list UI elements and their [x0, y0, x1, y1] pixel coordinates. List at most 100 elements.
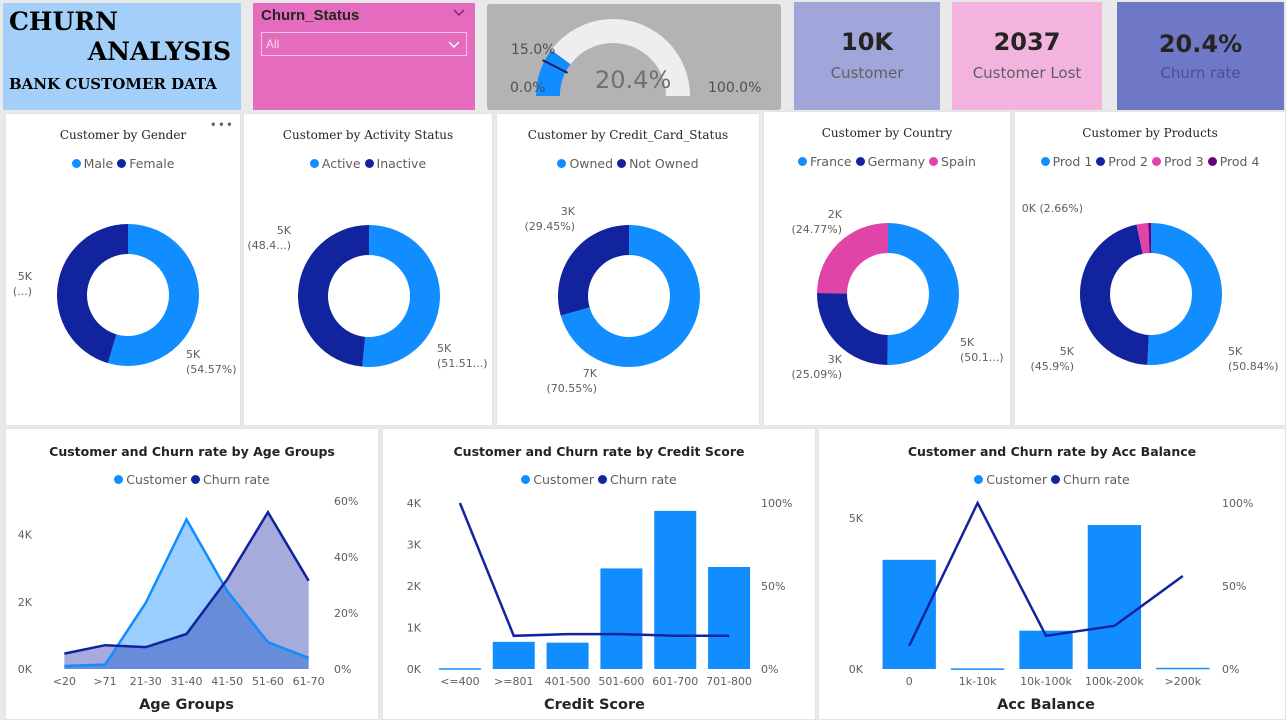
kpi-churn-rate-label: Churn rate — [1160, 64, 1241, 82]
x-axis-tick-label: 0 — [906, 675, 913, 688]
x-axis-title: Credit Score — [544, 697, 645, 713]
y2-axis-tick-label: 50% — [761, 580, 785, 593]
y2-axis-tick-label: 60% — [334, 495, 358, 508]
x-axis-tick-label: 1k-10k — [959, 675, 997, 688]
y2-axis-tick-label: 100% — [1222, 497, 1253, 510]
x-axis-title: Age Groups — [139, 697, 234, 713]
y2-axis-tick-label: 40% — [334, 551, 358, 564]
x-axis-tick-label: >200k — [1165, 675, 1202, 688]
x-axis-tick-label: 41-50 — [211, 675, 243, 688]
report-title-line1: CHURN — [9, 7, 118, 36]
churn-rate-line[interactable] — [908, 500, 1184, 647]
x-axis-title: Acc Balance — [997, 697, 1095, 713]
gauge-value-label: 20.4% — [595, 66, 672, 94]
donut-data-label: (48.4...) — [247, 239, 291, 252]
customer-bar[interactable] — [654, 510, 697, 669]
donut-slice[interactable] — [362, 225, 440, 367]
customer-bar[interactable] — [492, 641, 535, 669]
x-axis-tick-label: 401-500 — [545, 675, 591, 688]
acc-balance-chart-panel: Customer and Churn rate by Acc Balance C… — [818, 428, 1286, 720]
kpi-customer-label: Customer — [830, 64, 904, 82]
gauge-max-label: 100.0% — [708, 80, 762, 96]
donut-slice[interactable] — [887, 223, 959, 365]
activity-donut-panel: Customer by Activity Status Active Inacti… — [243, 113, 493, 426]
x-axis-tick-label: 21-30 — [130, 675, 162, 688]
kpi-customer-lost-label: Customer Lost — [972, 64, 1082, 82]
combo-chart: 0K 5K 0% 50% 100% 0 1k-10k 10k-100k 100k-200k >20… — [849, 497, 1254, 713]
x-axis-tick-label: 10k-100k — [1020, 675, 1072, 688]
customer-bar[interactable] — [950, 668, 1005, 670]
customer-bar[interactable] — [546, 642, 589, 669]
donut-data-label: 5K — [1228, 345, 1243, 358]
donut-chart: 7K (70.55%) 3K (29.45%) — [524, 205, 700, 395]
customer-bar[interactable] — [1156, 667, 1210, 670]
slicer-title: Churn_Status — [261, 7, 360, 24]
donut-data-label: (70.55%) — [546, 382, 597, 395]
y-axis-tick-label: 5K — [849, 512, 864, 525]
age-groups-chart-panel: Customer and Churn rate by Age Groups Cu… — [5, 428, 379, 720]
country-donut-panel: Customer by Country France Germany Spain 5… — [763, 111, 1011, 426]
y2-axis-tick-label: 100% — [761, 497, 792, 510]
donut-data-label: 5K — [186, 348, 201, 361]
donut-chart: 5K (54.57%) 5K (...) — [13, 224, 237, 376]
customer-bar[interactable] — [438, 668, 481, 670]
donut-slice[interactable] — [1080, 224, 1149, 365]
customer-bar[interactable] — [882, 559, 936, 669]
donut-data-label: 5K — [1060, 345, 1075, 358]
donut-chart: 5K (51.51...) 5K (48.4...) — [247, 224, 488, 370]
customer-bar[interactable] — [708, 566, 751, 669]
customer-bar[interactable] — [600, 568, 643, 669]
slicer-collapse-chevron-icon[interactable] — [453, 9, 465, 17]
donut-data-label: 3K — [828, 353, 843, 366]
creditcard-donut-panel: Customer by Credit_Card_Status Owned Not … — [496, 113, 760, 426]
kpi-churn-rate-card: 20.4% Churn rate — [1117, 2, 1284, 110]
x-axis-tick-label: 31-40 — [171, 675, 203, 688]
x-axis-tick-label: 701-800 — [706, 675, 752, 688]
churn-status-slicer: Churn_Status All — [253, 3, 475, 110]
donut-data-label: (50.84%) — [1228, 360, 1279, 373]
y-axis-tick-label: 0K — [849, 663, 864, 676]
y-axis-tick-label: 4K — [407, 497, 422, 510]
donut-data-label: (51.51...) — [437, 357, 488, 370]
kpi-customer-lost-value: 2037 — [993, 28, 1061, 56]
donut-chart: 5K (50.1...) 3K (25.09%) 2K (24.77%) — [791, 208, 1003, 381]
y-axis-tick-label: 2K — [407, 580, 422, 593]
x-axis-tick-label: 61-70 — [293, 675, 325, 688]
y-axis-tick-label: 2K — [18, 596, 33, 609]
y2-axis-tick-label: 0% — [1222, 663, 1239, 676]
donut-data-label: (25.09%) — [791, 368, 842, 381]
donut-slice[interactable] — [297, 225, 369, 367]
y2-axis-tick-label: 0% — [761, 663, 778, 676]
donut-data-label: (24.77%) — [791, 223, 842, 236]
donut-data-label: (...) — [13, 285, 32, 298]
slicer-selected-value: All — [266, 37, 280, 51]
y-axis-tick-label: 0K — [407, 663, 422, 676]
x-axis-tick-label: 501-600 — [598, 675, 644, 688]
combo-chart: 0K 1K 2K 3K 4K 0% 50% 100% <=400 >=801 401-500 501-… — [407, 497, 793, 713]
donut-data-label: (54.57%) — [186, 363, 237, 376]
kpi-customer-value: 10K — [841, 28, 893, 56]
donut-slice[interactable] — [1147, 223, 1222, 365]
combo-chart: 0K 2K 4K 0% 20% 40% 60% <20 >71 21-30 31-40 41-50 51… — [18, 495, 359, 713]
donut-data-label: (45.9%) — [1030, 360, 1074, 373]
donut-slice[interactable] — [558, 225, 629, 316]
donut-data-label: 3K — [561, 205, 576, 218]
x-axis-tick-label: <=400 — [440, 675, 479, 688]
report-subtitle: BANK CUSTOMER DATA — [9, 75, 217, 93]
x-axis-tick-label: 601-700 — [652, 675, 698, 688]
x-axis-tick-label: >=801 — [494, 675, 533, 688]
kpi-customer-card: 10K Customer — [794, 2, 940, 110]
kpi-churn-rate-value: 20.4% — [1158, 30, 1243, 58]
y2-axis-tick-label: 50% — [1222, 580, 1246, 593]
y-axis-tick-label: 1K — [407, 622, 422, 635]
x-axis-tick-label: 100k-200k — [1085, 675, 1144, 688]
customer-bar[interactable] — [1087, 525, 1142, 669]
chevron-down-icon — [448, 41, 460, 48]
y-axis-tick-label: 0K — [18, 663, 33, 676]
donut-data-label: 0K (2.66%) — [1022, 202, 1083, 215]
donut-data-label: 7K — [583, 367, 598, 380]
slicer-dropdown[interactable]: All — [261, 32, 467, 56]
y2-axis-tick-label: 0% — [334, 663, 351, 676]
donut-data-label: (29.45%) — [524, 220, 575, 233]
report-title-line2: ANALYSIS — [87, 37, 231, 66]
